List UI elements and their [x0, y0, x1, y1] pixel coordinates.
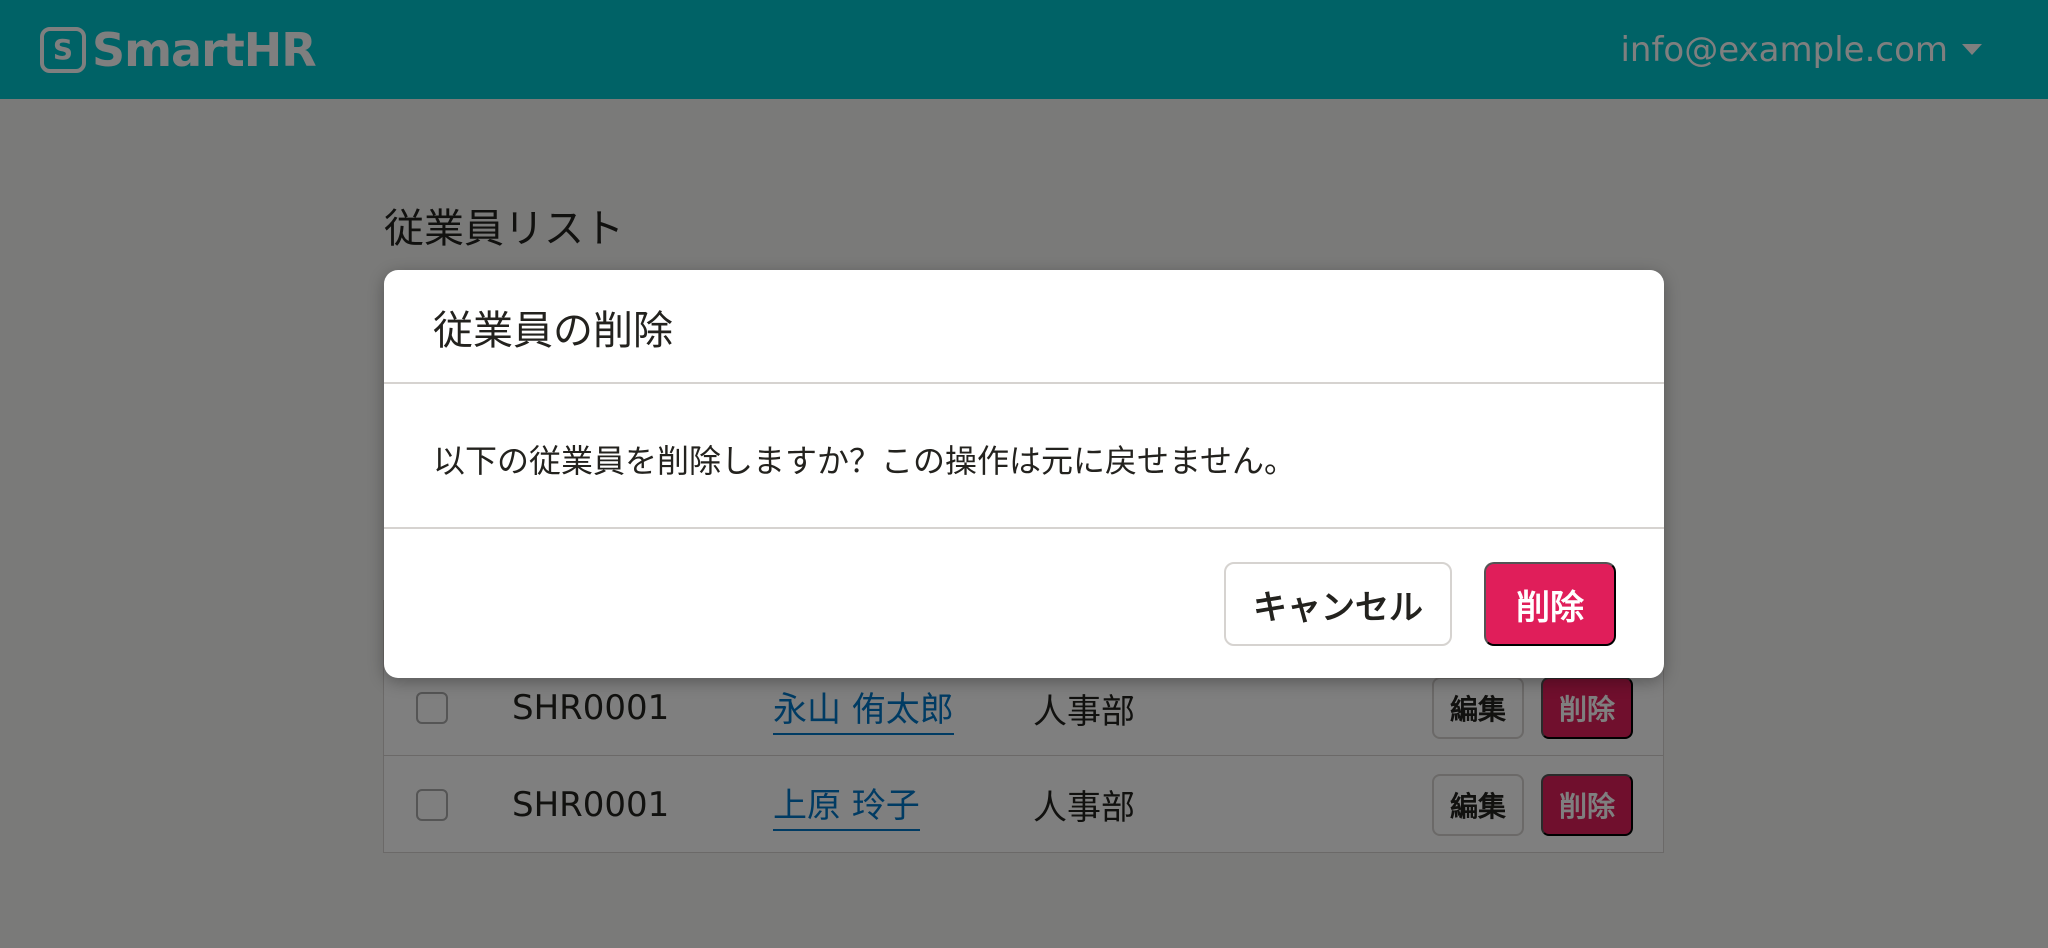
delete-dialog: 従業員の削除 以下の従業員を削除しますか？この操作は元に戻せません。 キャンセル… — [384, 270, 1664, 678]
cancel-button[interactable]: キャンセル — [1224, 562, 1452, 646]
dialog-title: 従業員の削除 — [433, 308, 673, 354]
divider — [384, 382, 1664, 384]
divider — [384, 527, 1664, 529]
delete-button[interactable]: 削除 — [1484, 562, 1616, 646]
dialog-message: 以下の従業員を削除しますか？この操作は元に戻せません。 — [433, 442, 1297, 480]
